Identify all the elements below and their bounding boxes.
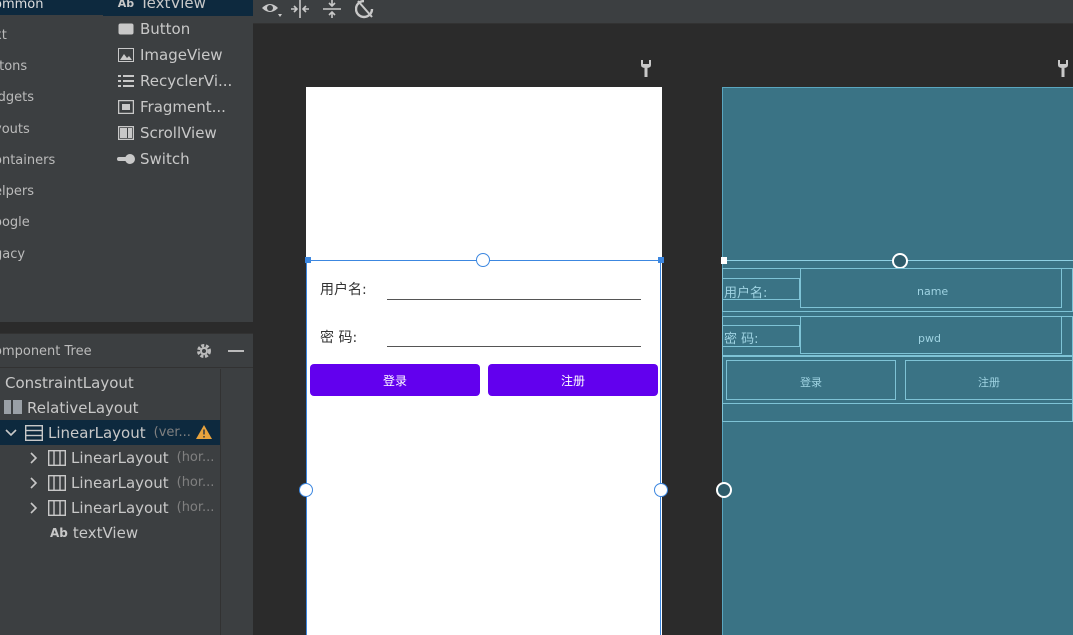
pack-vertical-icon[interactable]: [322, 0, 344, 20]
horizontal-layout-icon: [47, 499, 67, 516]
tree-row-hint: (hor...: [176, 500, 215, 515]
resize-handle-top-left[interactable]: [305, 257, 311, 263]
register-button[interactable]: 注册: [488, 364, 658, 396]
tree-row-linearlayout-horizontal-2[interactable]: LinearLayout (hor...: [0, 470, 220, 495]
tree-row-hint: (ver...: [153, 425, 191, 440]
category-text[interactable]: xt: [0, 28, 7, 43]
wrench-icon[interactable]: [639, 59, 653, 77]
vertical-layout-icon: [24, 424, 44, 441]
widget-label: RecyclerVi...: [140, 72, 233, 90]
resize-handle-top-right[interactable]: [658, 257, 664, 263]
tree-row-linearlayout-vertical[interactable]: LinearLayout (ver...: [0, 420, 220, 445]
category-layouts[interactable]: youts: [0, 122, 30, 137]
blueprint-name-hint: name: [917, 285, 949, 298]
constraint-anchor-left[interactable]: [299, 483, 313, 497]
constraint-anchor-top[interactable]: [476, 253, 490, 267]
category-buttons[interactable]: ttons: [0, 59, 27, 74]
blueprint-anchor-top[interactable]: [892, 253, 908, 269]
tree-row-label: LinearLayout: [71, 448, 169, 467]
login-button[interactable]: 登录: [310, 364, 480, 396]
blueprint-anchor-left[interactable]: [716, 482, 732, 498]
widget-label: ImageView: [140, 46, 223, 64]
widget-switch[interactable]: Switch: [117, 148, 190, 170]
blueprint-handle-top-left[interactable]: [721, 257, 727, 264]
category-helpers[interactable]: elpers: [0, 184, 34, 199]
blueprint-username-text: 用户名:: [724, 286, 768, 301]
selected-linearlayout-outline[interactable]: [306, 260, 661, 635]
username-label: 用户名:: [320, 282, 367, 298]
username-input[interactable]: [387, 299, 641, 300]
relative-layout-icon: [4, 399, 22, 416]
widget-label: Switch: [140, 150, 190, 168]
scroll-icon: [117, 126, 135, 140]
pack-horizontal-icon[interactable]: [290, 0, 312, 20]
component-tree-header: omponent Tree: [0, 334, 253, 368]
tree-row-label: LinearLayout: [48, 423, 146, 442]
gear-icon[interactable]: [195, 342, 213, 360]
widget-recyclerview[interactable]: RecyclerVi...: [117, 70, 232, 92]
widget-button[interactable]: Button: [117, 18, 190, 40]
image-icon: [117, 48, 135, 62]
category-containers[interactable]: ontainers: [0, 153, 55, 168]
password-label: 密 码:: [320, 330, 358, 346]
component-tree-panel: omponent Tree ConstraintLayout RelativeL…: [0, 333, 253, 635]
constraint-anchor-right[interactable]: [654, 483, 668, 497]
horizontal-layout-icon: [47, 449, 67, 466]
fragment-icon: [117, 100, 135, 114]
palette-categories: ommon xt ttons idgets youts ontainers el…: [0, 0, 103, 322]
tree-row-linearlayout-horizontal-3[interactable]: LinearLayout (hor...: [0, 495, 220, 520]
widget-label: TextView: [140, 0, 206, 12]
widget-scrollview[interactable]: ScrollView: [117, 122, 217, 144]
tree-row-label: LinearLayout: [71, 473, 169, 492]
eye-icon[interactable]: [261, 0, 283, 20]
design-toolbar: [253, 0, 1073, 24]
password-input[interactable]: [387, 346, 641, 347]
widget-fragment[interactable]: Fragment...: [117, 96, 226, 118]
button-icon: [117, 22, 135, 36]
tree-row-label: LinearLayout: [71, 498, 169, 517]
tree-row-hint: (hor...: [176, 475, 215, 490]
warning-icon[interactable]: [195, 424, 213, 440]
wrench-icon[interactable]: [1056, 59, 1070, 77]
chevron-right-icon[interactable]: [28, 451, 40, 464]
widget-label: Fragment...: [140, 98, 226, 116]
category-google[interactable]: oogle: [0, 215, 30, 230]
chevron-right-icon[interactable]: [28, 501, 40, 514]
category-widgets[interactable]: idgets: [0, 90, 34, 105]
widget-textview[interactable]: Ab TextView: [117, 0, 206, 14]
list-icon: [117, 74, 135, 88]
tree-row-label: RelativeLayout: [27, 398, 139, 417]
component-tree-title: omponent Tree: [0, 344, 92, 359]
tree-row-hint: (hor...: [176, 450, 215, 465]
blueprint-pwd-hint: pwd: [918, 332, 941, 345]
clear-constraints-icon[interactable]: [354, 0, 377, 20]
horizontal-layout-icon: [47, 474, 67, 491]
switch-icon: [117, 152, 135, 166]
palette-widgets: Ab TextView Button ImageView RecyclerVi.…: [103, 0, 253, 322]
blueprint-register-text: 注册: [978, 376, 1000, 389]
category-common[interactable]: ommon: [0, 0, 103, 15]
category-legacy[interactable]: gacy: [0, 247, 25, 262]
tree-row-label: textView: [72, 523, 139, 542]
chevron-right-icon[interactable]: [28, 476, 40, 489]
tree-row-textview[interactable]: Ab textView: [0, 520, 220, 545]
blueprint-login-text: 登录: [800, 376, 822, 389]
tree-divider: [220, 369, 221, 635]
blueprint-password-text: 密 码:: [724, 332, 759, 347]
text-ab-icon: Ab: [117, 0, 135, 10]
widget-imageview[interactable]: ImageView: [117, 44, 223, 66]
tree-row-linearlayout-horizontal-1[interactable]: LinearLayout (hor...: [0, 445, 220, 470]
blueprint-textview[interactable]: [722, 404, 1073, 422]
chevron-down-icon[interactable]: [5, 427, 17, 439]
tree-row-constraintlayout[interactable]: ConstraintLayout: [0, 370, 220, 395]
tree-row-relativelayout[interactable]: RelativeLayout: [0, 395, 220, 420]
palette-panel: ommon xt ttons idgets youts ontainers el…: [0, 0, 253, 322]
text-ab-icon: Ab: [50, 525, 68, 540]
widget-label: Button: [140, 20, 191, 38]
minimize-icon[interactable]: [228, 350, 244, 352]
widget-label: ScrollView: [140, 124, 217, 142]
tree-row-label: ConstraintLayout: [5, 373, 134, 392]
